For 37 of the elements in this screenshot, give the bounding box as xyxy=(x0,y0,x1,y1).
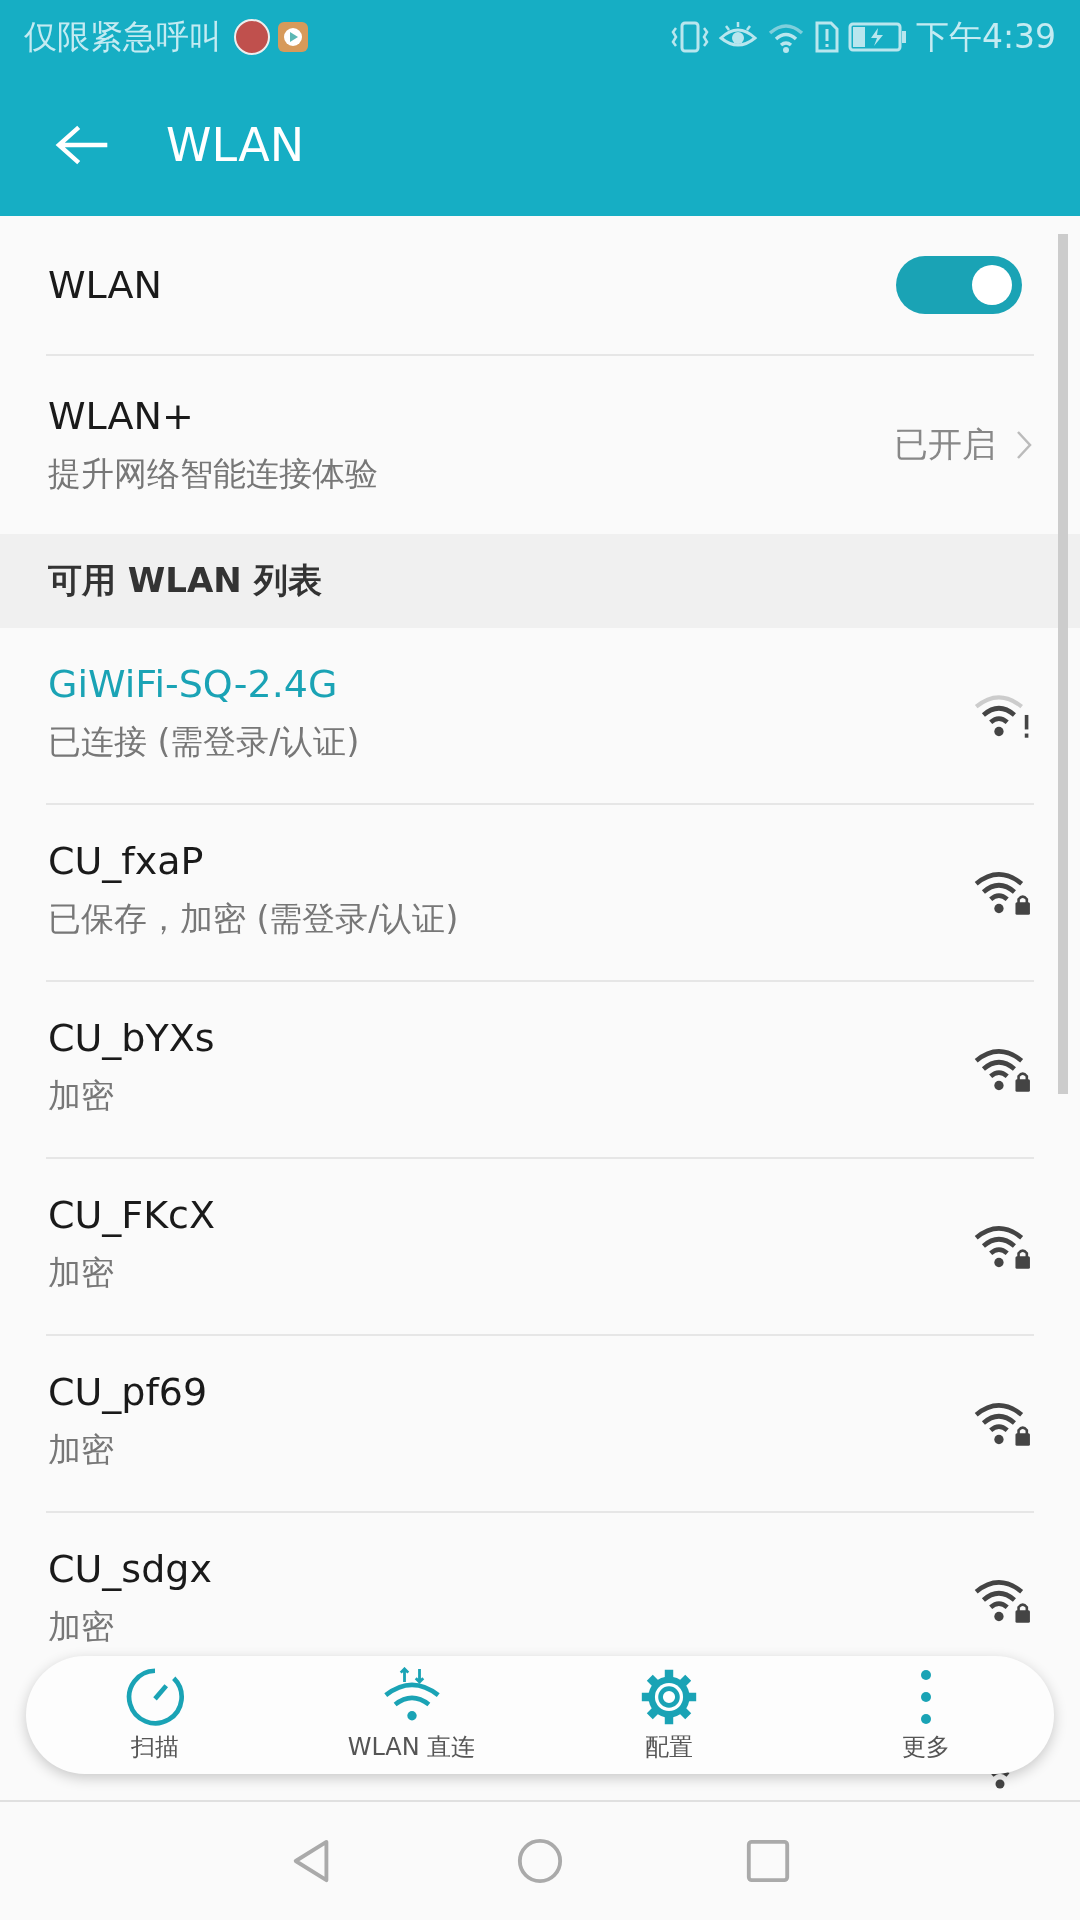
back-arrow-icon[interactable] xyxy=(54,123,110,167)
home-icon[interactable] xyxy=(516,1837,564,1885)
network-name: CU_fxaP xyxy=(48,839,205,883)
vibrate-icon xyxy=(669,20,710,54)
network-name: CU_pf69 xyxy=(48,1370,209,1414)
network-status: 加密 xyxy=(48,1252,115,1294)
toolbar-button[interactable]: 配置 xyxy=(568,1667,769,1763)
battery-charging-icon xyxy=(847,20,908,54)
page-title: WLAN xyxy=(166,118,305,172)
network-status: 加密 xyxy=(48,1606,115,1648)
network-status: 已连接 (需登录/认证) xyxy=(48,721,361,763)
network-name: CU_FKcX xyxy=(48,1193,217,1237)
video-app-icon xyxy=(278,22,308,52)
recents-icon[interactable] xyxy=(744,1837,792,1885)
wlan-plus-row[interactable]: WLAN+ 提升网络智能连接体验 已开启 xyxy=(0,356,1080,534)
scan-icon xyxy=(124,1667,185,1727)
wlan-plus-status: 已开启 xyxy=(894,423,996,466)
sim-alert-icon xyxy=(813,20,840,54)
toolbar-button[interactable]: 扫描 xyxy=(54,1667,255,1763)
wlan-plus-title: WLAN+ xyxy=(48,393,195,438)
wlan-label: WLAN xyxy=(48,263,164,307)
section-title: 可用 WLAN 列表 xyxy=(48,559,322,602)
carrier-text: 仅限紧急呼叫 xyxy=(24,15,222,58)
more-icon xyxy=(919,1669,932,1725)
news-app-icon xyxy=(234,19,270,55)
network-name: CU_sdgx xyxy=(48,1547,213,1591)
network-status: 加密 xyxy=(48,1075,115,1117)
wlan-switch-row[interactable]: WLAN xyxy=(0,216,1080,354)
wlan-plus-subtitle: 提升网络智能连接体验 xyxy=(48,452,379,495)
network-name: CU_bYXs xyxy=(48,1016,216,1060)
toolbar-button[interactable]: 更多 xyxy=(825,1667,1026,1763)
network-status: 已保存，加密 (需登录/认证) xyxy=(48,898,460,940)
toolbar-button[interactable]: WLAN 直连 xyxy=(311,1667,512,1763)
clock-text: 下午4:39 xyxy=(915,15,1056,58)
wlan-toggle[interactable] xyxy=(896,256,1022,314)
network-status: 加密 xyxy=(48,1429,115,1471)
network-name: GiWiFi-SQ-2.4G xyxy=(48,662,339,706)
